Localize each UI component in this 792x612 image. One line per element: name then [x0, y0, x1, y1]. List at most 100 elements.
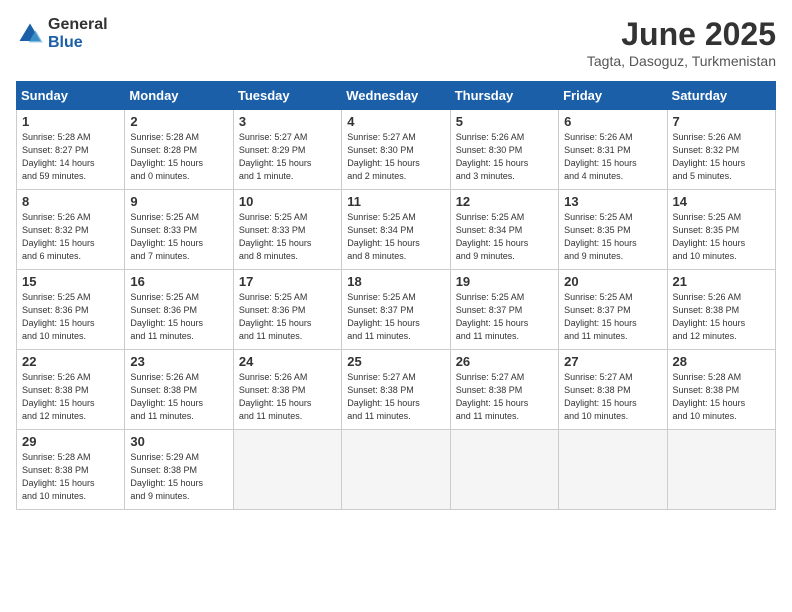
calendar-cell — [450, 430, 558, 510]
calendar-cell: 10Sunrise: 5:25 AM Sunset: 8:33 PM Dayli… — [233, 190, 341, 270]
day-info: Sunrise: 5:25 AM Sunset: 8:34 PM Dayligh… — [456, 211, 553, 263]
day-info: Sunrise: 5:28 AM Sunset: 8:27 PM Dayligh… — [22, 131, 119, 183]
day-number: 1 — [22, 114, 119, 129]
day-number: 9 — [130, 194, 227, 209]
day-info: Sunrise: 5:27 AM Sunset: 8:38 PM Dayligh… — [347, 371, 444, 423]
day-info: Sunrise: 5:28 AM Sunset: 8:28 PM Dayligh… — [130, 131, 227, 183]
calendar-cell: 12 Sunrise: 5:25 AM Sunset: 8:34 PM Dayli… — [450, 190, 558, 270]
calendar-cell: 1 Sunrise: 5:28 AM Sunset: 8:27 PM Daylig… — [17, 110, 125, 190]
day-info: Sunrise: 5:25 AM Sunset: 8:35 PM Dayligh… — [564, 211, 661, 263]
day-info: Sunrise: 5:27 AM Sunset: 8:38 PM Dayligh… — [564, 371, 661, 423]
logo-icon — [16, 20, 44, 48]
calendar-cell: 25 Sunrise: 5:27 AM Sunset: 8:38 PM Dayli… — [342, 350, 450, 430]
calendar-cell: 28 Sunrise: 5:28 AM Sunset: 8:38 PM Dayli… — [667, 350, 775, 430]
calendar-week-row: 29 Sunrise: 5:28 AM Sunset: 8:38 PM Dayli… — [17, 430, 776, 510]
calendar-cell: 3 Sunrise: 5:27 AM Sunset: 8:29 PM Daylig… — [233, 110, 341, 190]
day-info: Sunrise: 5:28 AM Sunset: 8:38 PM Dayligh… — [673, 371, 770, 423]
day-of-week-header: Tuesday — [233, 82, 341, 110]
calendar-cell: 16 Sunrise: 5:25 AM Sunset: 8:36 PM Dayli… — [125, 270, 233, 350]
day-of-week-header: Sunday — [17, 82, 125, 110]
day-info: Sunrise: 5:27 AM Sunset: 8:30 PM Dayligh… — [347, 131, 444, 183]
calendar-cell: 17 Sunrise: 5:25 AM Sunset: 8:36 PM Dayli… — [233, 270, 341, 350]
calendar-cell: 7Sunrise: 5:26 AM Sunset: 8:32 PM Daylig… — [667, 110, 775, 190]
calendar-cell — [667, 430, 775, 510]
calendar-cell: 22 Sunrise: 5:26 AM Sunset: 8:38 PM Dayli… — [17, 350, 125, 430]
month-title: June 2025 — [587, 16, 776, 53]
day-info: Sunrise: 5:26 AM Sunset: 8:38 PM Dayligh… — [22, 371, 119, 423]
day-number: 3 — [239, 114, 336, 129]
day-number: 26 — [456, 354, 553, 369]
day-number: 18 — [347, 274, 444, 289]
calendar-cell: 30 Sunrise: 5:29 AM Sunset: 8:38 PM Dayli… — [125, 430, 233, 510]
day-info: Sunrise: 5:29 AM Sunset: 8:38 PM Dayligh… — [130, 451, 227, 503]
calendar-cell: 14Sunrise: 5:25 AM Sunset: 8:35 PM Dayli… — [667, 190, 775, 270]
day-number: 29 — [22, 434, 119, 449]
title-area: June 2025 Tagta, Dasoguz, Turkmenistan — [587, 16, 776, 69]
day-info: Sunrise: 5:25 AM Sunset: 8:35 PM Dayligh… — [673, 211, 770, 263]
day-number: 4 — [347, 114, 444, 129]
day-of-week-header: Wednesday — [342, 82, 450, 110]
calendar-cell: 9 Sunrise: 5:25 AM Sunset: 8:33 PM Daylig… — [125, 190, 233, 270]
calendar-week-row: 22 Sunrise: 5:26 AM Sunset: 8:38 PM Dayli… — [17, 350, 776, 430]
day-of-week-header: Saturday — [667, 82, 775, 110]
day-number: 13 — [564, 194, 661, 209]
day-number: 10 — [239, 194, 336, 209]
day-number: 28 — [673, 354, 770, 369]
calendar-cell: 13 Sunrise: 5:25 AM Sunset: 8:35 PM Dayli… — [559, 190, 667, 270]
calendar-header-row: SundayMondayTuesdayWednesdayThursdayFrid… — [17, 82, 776, 110]
day-info: Sunrise: 5:25 AM Sunset: 8:37 PM Dayligh… — [456, 291, 553, 343]
calendar-cell: 20Sunrise: 5:25 AM Sunset: 8:37 PM Dayli… — [559, 270, 667, 350]
day-number: 25 — [347, 354, 444, 369]
header: General Blue June 2025 Tagta, Dasoguz, T… — [16, 16, 776, 69]
calendar-cell: 8 Sunrise: 5:26 AM Sunset: 8:32 PM Daylig… — [17, 190, 125, 270]
calendar-cell: 26 Sunrise: 5:27 AM Sunset: 8:38 PM Dayli… — [450, 350, 558, 430]
calendar-table: SundayMondayTuesdayWednesdayThursdayFrid… — [16, 81, 776, 510]
day-info: Sunrise: 5:25 AM Sunset: 8:34 PM Dayligh… — [347, 211, 444, 263]
calendar-cell: 29 Sunrise: 5:28 AM Sunset: 8:38 PM Dayli… — [17, 430, 125, 510]
day-number: 21 — [673, 274, 770, 289]
day-number: 12 — [456, 194, 553, 209]
calendar-cell: 15Sunrise: 5:25 AM Sunset: 8:36 PM Dayli… — [17, 270, 125, 350]
day-of-week-header: Thursday — [450, 82, 558, 110]
calendar-cell: 4 Sunrise: 5:27 AM Sunset: 8:30 PM Daylig… — [342, 110, 450, 190]
calendar-cell: 11 Sunrise: 5:25 AM Sunset: 8:34 PM Dayli… — [342, 190, 450, 270]
day-number: 11 — [347, 194, 444, 209]
day-number: 17 — [239, 274, 336, 289]
day-info: Sunrise: 5:25 AM Sunset: 8:37 PM Dayligh… — [347, 291, 444, 343]
day-number: 8 — [22, 194, 119, 209]
day-info: Sunrise: 5:27 AM Sunset: 8:38 PM Dayligh… — [456, 371, 553, 423]
calendar-cell: 21Sunrise: 5:26 AM Sunset: 8:38 PM Dayli… — [667, 270, 775, 350]
calendar-cell — [233, 430, 341, 510]
day-number: 24 — [239, 354, 336, 369]
calendar-cell: 27Sunrise: 5:27 AM Sunset: 8:38 PM Dayli… — [559, 350, 667, 430]
calendar-cell: 24Sunrise: 5:26 AM Sunset: 8:38 PM Dayli… — [233, 350, 341, 430]
day-info: Sunrise: 5:26 AM Sunset: 8:38 PM Dayligh… — [130, 371, 227, 423]
day-number: 16 — [130, 274, 227, 289]
calendar-cell: 6 Sunrise: 5:26 AM Sunset: 8:31 PM Daylig… — [559, 110, 667, 190]
day-number: 30 — [130, 434, 227, 449]
day-info: Sunrise: 5:25 AM Sunset: 8:37 PM Dayligh… — [564, 291, 661, 343]
day-info: Sunrise: 5:26 AM Sunset: 8:31 PM Dayligh… — [564, 131, 661, 183]
logo: General Blue — [16, 16, 108, 51]
location-title: Tagta, Dasoguz, Turkmenistan — [587, 53, 776, 69]
logo-text: General Blue — [48, 16, 108, 51]
day-number: 15 — [22, 274, 119, 289]
day-info: Sunrise: 5:25 AM Sunset: 8:36 PM Dayligh… — [239, 291, 336, 343]
calendar-cell: 2Sunrise: 5:28 AM Sunset: 8:28 PM Daylig… — [125, 110, 233, 190]
calendar-week-row: 8 Sunrise: 5:26 AM Sunset: 8:32 PM Daylig… — [17, 190, 776, 270]
day-info: Sunrise: 5:26 AM Sunset: 8:32 PM Dayligh… — [673, 131, 770, 183]
calendar-cell: 23 Sunrise: 5:26 AM Sunset: 8:38 PM Dayli… — [125, 350, 233, 430]
day-info: Sunrise: 5:25 AM Sunset: 8:36 PM Dayligh… — [130, 291, 227, 343]
calendar-cell: 18 Sunrise: 5:25 AM Sunset: 8:37 PM Dayli… — [342, 270, 450, 350]
day-info: Sunrise: 5:26 AM Sunset: 8:32 PM Dayligh… — [22, 211, 119, 263]
calendar-week-row: 1 Sunrise: 5:28 AM Sunset: 8:27 PM Daylig… — [17, 110, 776, 190]
calendar-cell — [342, 430, 450, 510]
day-number: 23 — [130, 354, 227, 369]
day-info: Sunrise: 5:28 AM Sunset: 8:38 PM Dayligh… — [22, 451, 119, 503]
calendar-week-row: 15 Sunrise: 5:25 AM Sunset: 8:36 PM Dayli… — [17, 270, 776, 350]
day-info: Sunrise: 5:25 AM Sunset: 8:33 PM Dayligh… — [130, 211, 227, 263]
day-number: 6 — [564, 114, 661, 129]
day-info: Sunrise: 5:27 AM Sunset: 8:29 PM Dayligh… — [239, 131, 336, 183]
calendar-cell: 5Sunrise: 5:26 AM Sunset: 8:30 PM Daylig… — [450, 110, 558, 190]
day-number: 22 — [22, 354, 119, 369]
